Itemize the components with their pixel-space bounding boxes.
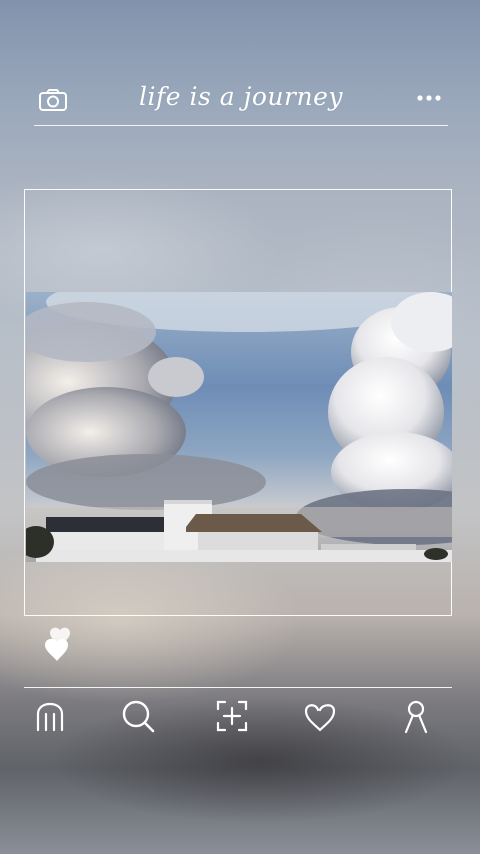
header-divider [34, 125, 448, 126]
add-post-icon[interactable] [214, 698, 250, 734]
more-horizontal-icon[interactable] [416, 94, 442, 102]
app-title: life is a journey [139, 82, 343, 111]
heart-icon[interactable] [302, 698, 338, 734]
hearts-icon[interactable] [40, 626, 76, 666]
profile-icon[interactable] [398, 698, 434, 734]
photo-image [26, 292, 452, 562]
header-bar: life is a journey [34, 78, 448, 126]
nav-divider [24, 687, 452, 688]
bottom-nav [24, 696, 452, 738]
home-icon[interactable] [32, 698, 68, 734]
post-photo[interactable] [26, 292, 452, 562]
search-icon[interactable] [120, 698, 156, 734]
